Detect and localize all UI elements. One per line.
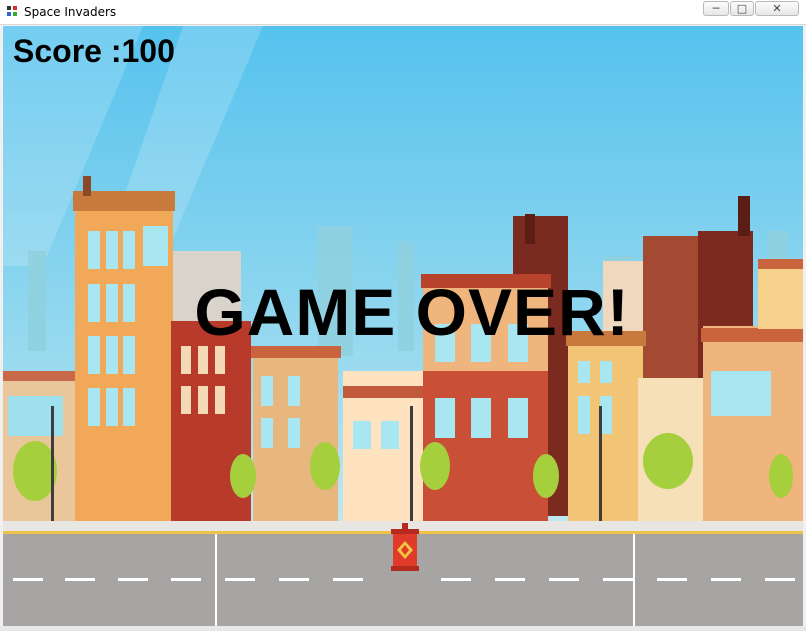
minimize-button[interactable]: ─ [703, 1, 729, 16]
window-bottom-border [0, 626, 806, 631]
maximize-button[interactable]: □ [730, 1, 754, 16]
minimize-icon: ─ [712, 2, 720, 15]
close-icon: ✕ [772, 2, 782, 15]
player-ship [391, 523, 419, 571]
maximize-icon: □ [736, 2, 748, 15]
score-display: Score :100 [13, 33, 175, 69]
close-button[interactable]: ✕ [755, 1, 799, 16]
window-title: Space Invaders [24, 5, 117, 19]
app-icon [5, 4, 19, 18]
game-over-message: GAME OVER! [194, 275, 630, 349]
window-titlebar: Space Invaders ─ □ ✕ [0, 0, 806, 25]
game-canvas[interactable]: Score :100 GAME OVER! [3, 26, 803, 626]
